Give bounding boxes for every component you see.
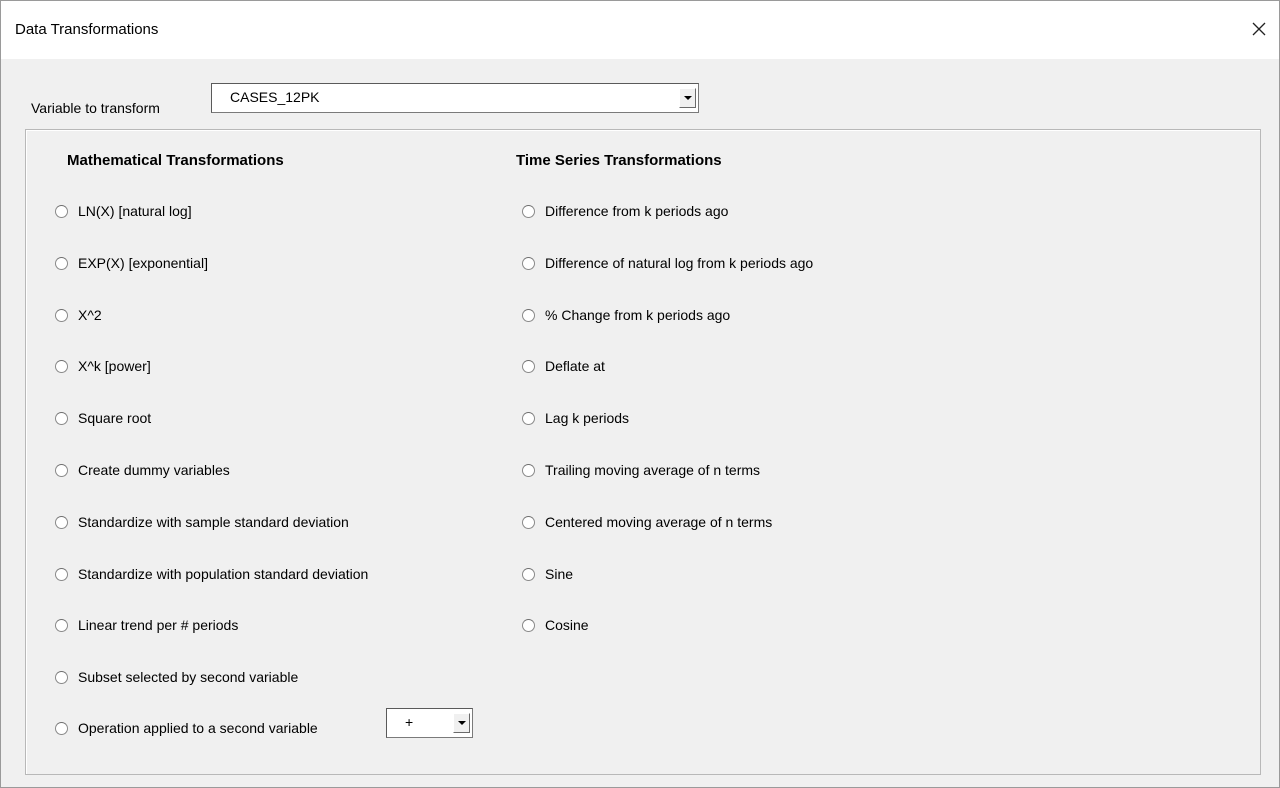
option-label: % Change from k periods ago [545,307,731,323]
ts-option-trailing-moving-average[interactable]: Trailing moving average of n terms [522,459,760,481]
math-option-standardize-population[interactable]: Standardize with population standard dev… [55,563,368,585]
radio-button[interactable] [55,359,68,373]
ts-option-centered-moving-average[interactable]: Centered moving average of n terms [522,511,772,533]
option-label: Standardize with population standard dev… [78,566,369,582]
variable-select[interactable]: CASES_12PK [211,83,699,113]
radio-button[interactable] [55,308,68,322]
ts-option-sine[interactable]: Sine [522,563,573,585]
time-series-transformations-header: Time Series Transformations [516,152,722,169]
option-label: X^k [power] [78,358,151,374]
math-option-linear-trend[interactable]: Linear trend per # periods [55,614,238,636]
operation-select[interactable]: + [386,708,473,738]
option-label: Difference of natural log from k periods… [545,255,814,271]
operation-dropdown-button[interactable] [453,713,470,733]
radio-button[interactable] [55,721,68,735]
radio-button[interactable] [55,670,68,684]
variable-dropdown-button[interactable] [679,88,696,108]
option-label: Difference from k periods ago [545,203,729,219]
chevron-down-icon [457,721,466,725]
radio-button[interactable] [55,618,68,632]
ts-option-deflate[interactable]: Deflate at [522,355,605,377]
title-bar: Data Transformations [1,1,1279,59]
option-label: Deflate at [545,358,605,374]
radio-button[interactable] [522,463,535,477]
option-label: Linear trend per # periods [78,617,239,633]
math-option-dummy-variables[interactable]: Create dummy variables [55,459,230,481]
math-transformations-header: Mathematical Transformations [67,152,284,169]
math-option-square[interactable]: X^2 [55,304,102,326]
ts-option-percent-change[interactable]: % Change from k periods ago [522,304,730,326]
math-option-power[interactable]: X^k [power] [55,355,151,377]
operation-select-value: + [405,714,414,730]
ts-option-lag[interactable]: Lag k periods [522,407,629,429]
ts-option-difference-log[interactable]: Difference of natural log from k periods… [522,252,813,274]
variable-select-value: CASES_12PK [230,89,320,105]
radio-button[interactable] [522,567,535,581]
chevron-down-icon [683,96,692,100]
ts-option-difference[interactable]: Difference from k periods ago [522,200,728,222]
radio-button[interactable] [55,463,68,477]
dialog-title: Data Transformations [15,21,159,38]
variable-to-transform-label: Variable to transform [31,100,160,116]
radio-button[interactable] [522,618,535,632]
option-label: Trailing moving average of n terms [545,462,761,478]
option-label: Subset selected by second variable [78,669,299,685]
math-option-ln[interactable]: LN(X) [natural log] [55,200,192,222]
option-label: Sine [545,566,574,582]
radio-button[interactable] [522,359,535,373]
radio-button[interactable] [522,411,535,425]
data-transformations-dialog: Data Transformations Variable to transfo… [0,0,1280,788]
ts-option-cosine[interactable]: Cosine [522,614,589,636]
option-label: Create dummy variables [78,462,230,478]
radio-button[interactable] [55,515,68,529]
radio-button[interactable] [55,204,68,218]
math-option-exp[interactable]: EXP(X) [exponential] [55,252,208,274]
math-option-subset[interactable]: Subset selected by second variable [55,666,298,688]
close-button[interactable] [1239,9,1279,49]
radio-button[interactable] [55,567,68,581]
radio-button[interactable] [522,308,535,322]
option-label: Operation applied to a second variable [78,720,318,736]
option-label: EXP(X) [exponential] [78,255,208,271]
option-label: LN(X) [natural log] [78,203,192,219]
close-icon [1252,22,1266,36]
math-option-second-variable-operation[interactable]: Operation applied to a second variable [55,717,318,739]
radio-button[interactable] [55,256,68,270]
option-label: Centered moving average of n terms [545,514,773,530]
option-label: Cosine [545,617,589,633]
math-option-square-root[interactable]: Square root [55,407,151,429]
option-label: Lag k periods [545,410,630,426]
option-label: X^2 [78,307,102,323]
radio-button[interactable] [522,204,535,218]
radio-button[interactable] [522,256,535,270]
option-label: Standardize with sample standard deviati… [78,514,349,530]
radio-button[interactable] [55,411,68,425]
math-option-standardize-sample[interactable]: Standardize with sample standard deviati… [55,511,349,533]
option-label: Square root [78,410,152,426]
radio-button[interactable] [522,515,535,529]
